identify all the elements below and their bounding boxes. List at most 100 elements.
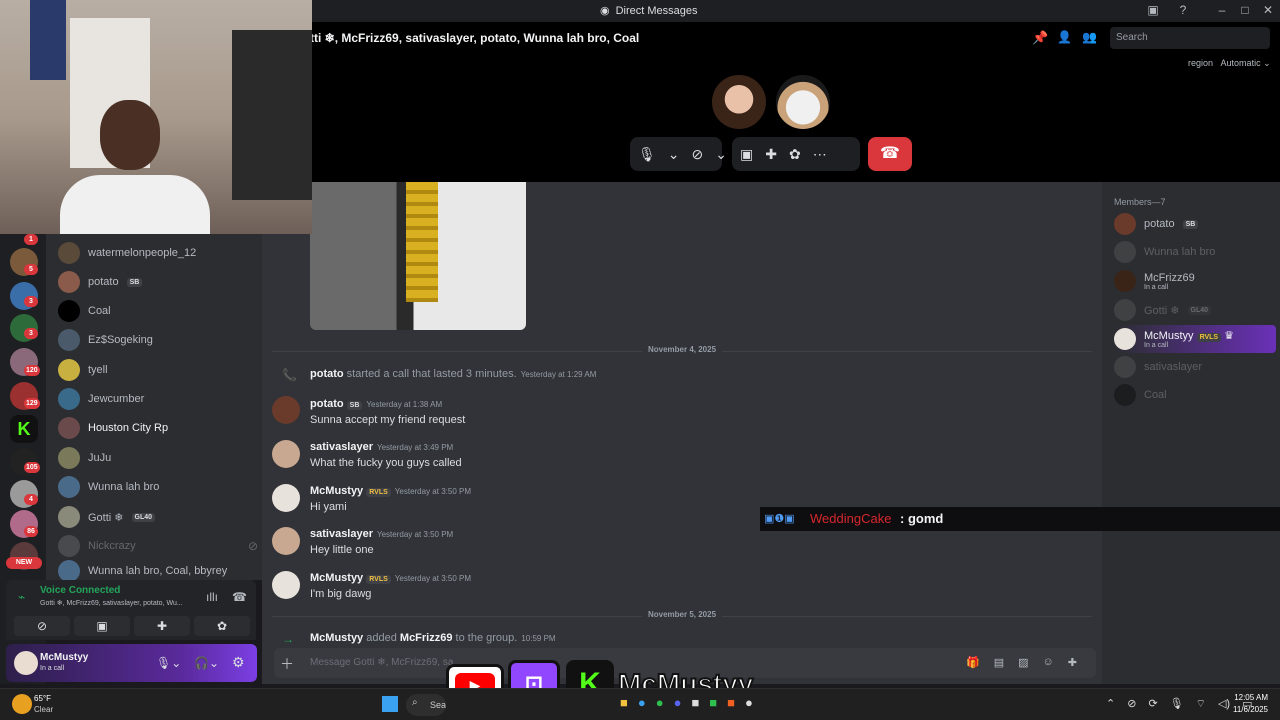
minimize-button[interactable]: – [1214,3,1230,19]
dm-item[interactable]: Nickcrazy ⊘ [58,533,258,559]
add-attachment-icon[interactable]: ＋ [280,654,294,674]
dm-item[interactable]: Coal [58,298,258,324]
avatar[interactable] [272,440,300,468]
voice-channel[interactable]: Gotti ❄, McFrizz69, sativaslayer, potato… [40,599,200,607]
pin-icon[interactable]: 📌 [1032,30,1048,46]
avatar [1114,384,1136,406]
avatar [1114,356,1136,378]
sticker-icon[interactable]: ▨ [1018,656,1028,669]
participant-avatar[interactable] [776,75,830,129]
signal-icon: ⌁ [18,590,26,604]
avatar [1114,213,1136,235]
members-icon[interactable]: 👥 [1082,30,1097,44]
add-friend-icon[interactable]: 👤 [1057,30,1072,44]
weather-icon[interactable] [12,694,32,714]
screen-share-icon[interactable]: ▣ [740,146,753,163]
gif-icon[interactable]: ▤ [994,656,1004,669]
region-select[interactable]: region Automatic ⌄ [1188,58,1271,69]
kick-server-icon[interactable]: K [10,415,38,443]
gear-icon[interactable]: ⚙ [232,654,245,671]
chevron-down-icon[interactable]: ⌄ [668,146,680,163]
apps-icon[interactable]: ✚ [1068,656,1077,669]
network-off-icon[interactable]: ⊘ [1127,697,1136,711]
avatar[interactable] [272,527,300,555]
dm-item[interactable]: Jewcumber [58,386,258,412]
camera-off-icon[interactable]: ⊘ [692,146,704,163]
start-icon[interactable] [382,696,398,712]
avatar [58,242,80,264]
emoji-icon[interactable]: ☺ [1043,656,1054,669]
store-icon[interactable]: ■ [691,695,699,710]
sync-icon[interactable]: ⟳ [1148,697,1157,711]
inbox-icon[interactable]: ▣ [1145,3,1161,19]
member-item[interactable]: Coal [1114,382,1272,408]
chevron-down-icon[interactable]: ⌄ [715,146,727,163]
member-item[interactable]: Wunna lah bro [1114,239,1272,265]
wifi-icon[interactable]: ⌔ [1196,697,1206,711]
noise-suppression-icon[interactable]: ıllı [206,590,218,604]
avatar[interactable] [14,651,38,675]
app-icon[interactable]: ■ [709,695,717,710]
chevron-up-icon[interactable]: ⌃ [1106,697,1115,711]
avatar[interactable] [272,396,300,424]
avatar [58,300,80,322]
microphone-icon[interactable]: 🎙⌄ [156,656,181,670]
participant-avatar[interactable] [712,75,766,129]
microphone-icon[interactable]: 🎙 [1170,697,1184,711]
taskbar: 65°F Clear ⌕Search ■ ● ● ● ■ ■ ■ ● ⌃ ⊘ ⟳ 🎙 ⌔… [0,688,1280,720]
clock-time[interactable]: 12:05 AM [1228,693,1268,702]
disconnect-button[interactable]: ☎ [868,137,912,171]
dm-item-selected[interactable]: Houston City Rp [58,415,258,441]
taskbar-apps: ■ ● ● ● ■ ■ ■ ● [620,695,753,710]
dm-item[interactable]: watermelonpeople_12 [58,240,258,266]
disconnect-icon[interactable]: ☎ [232,590,247,604]
microphone-icon[interactable]: 🎙 [638,146,656,163]
activities-button[interactable]: ✚ [134,616,190,636]
call-system-message: potato started a call that lasted 3 minu… [310,368,597,380]
headphones-icon[interactable]: 🎧⌄ [194,656,219,670]
edge-icon[interactable]: ● [638,695,646,710]
date-divider: November 4, 2025 [272,345,1092,354]
maximize-button[interactable]: □ [1237,3,1253,19]
dm-item[interactable]: tyell [58,357,258,383]
search-input[interactable]: Search [1110,27,1270,49]
xbox-icon[interactable]: ● [656,695,664,710]
close-button[interactable]: ✕ [1260,3,1276,19]
gift-icon[interactable]: 🎁 [966,656,980,669]
more-icon[interactable]: ⋯ [813,146,827,163]
app-icon[interactable]: ■ [727,695,735,710]
search-input[interactable]: ⌕Search [406,694,446,716]
member-item[interactable]: Gotti ❄ GL40 [1114,297,1272,323]
avatar [58,506,80,528]
avatar[interactable] [272,571,300,599]
notification-badge: 129 [24,398,40,409]
member-item[interactable]: potato SB [1114,211,1272,237]
dm-item[interactable]: Gotti ❄ GL40 [58,504,258,530]
clock-date[interactable]: 11/6/2025 [1222,705,1268,714]
member-item[interactable]: sativaslayer [1114,354,1272,380]
help-icon[interactable]: ? [1175,3,1191,19]
file-explorer-icon[interactable]: ■ [620,695,628,710]
phone-icon: 📞 [282,368,297,382]
obs-icon[interactable]: ● [745,695,753,710]
camera-button[interactable]: ⊘ [14,616,70,636]
avatar[interactable] [272,484,300,512]
screen-share-button[interactable]: ▣ [74,616,130,636]
dm-item[interactable]: Wunna lah bro [58,474,258,500]
avatar [58,447,80,469]
member-item-self[interactable]: McMustyy RVLS ♛ In a call [1114,325,1276,353]
soundboard-button[interactable]: ✿ [194,616,250,636]
discord-icon[interactable]: ● [674,695,682,710]
webcam-overlay [0,0,312,234]
image-attachment[interactable] [310,182,526,330]
group-name: tti ❄, McFrizz69, sativaslayer, potato, … [310,31,640,45]
stream-chat-message: ▣❶▣ WeddingCake : gomd [760,507,1280,531]
member-item[interactable]: McFrizz69 In a call [1114,268,1272,294]
dm-item[interactable]: Ez$Sogeking [58,327,258,353]
dm-item[interactable]: JuJu [58,445,258,471]
new-badge: NEW [6,557,42,569]
temperature: 65°F [34,694,51,703]
dm-item[interactable]: potato SB [58,269,258,295]
soundboard-icon[interactable]: ✿ [789,146,801,163]
activities-icon[interactable]: ✚ [765,146,777,163]
